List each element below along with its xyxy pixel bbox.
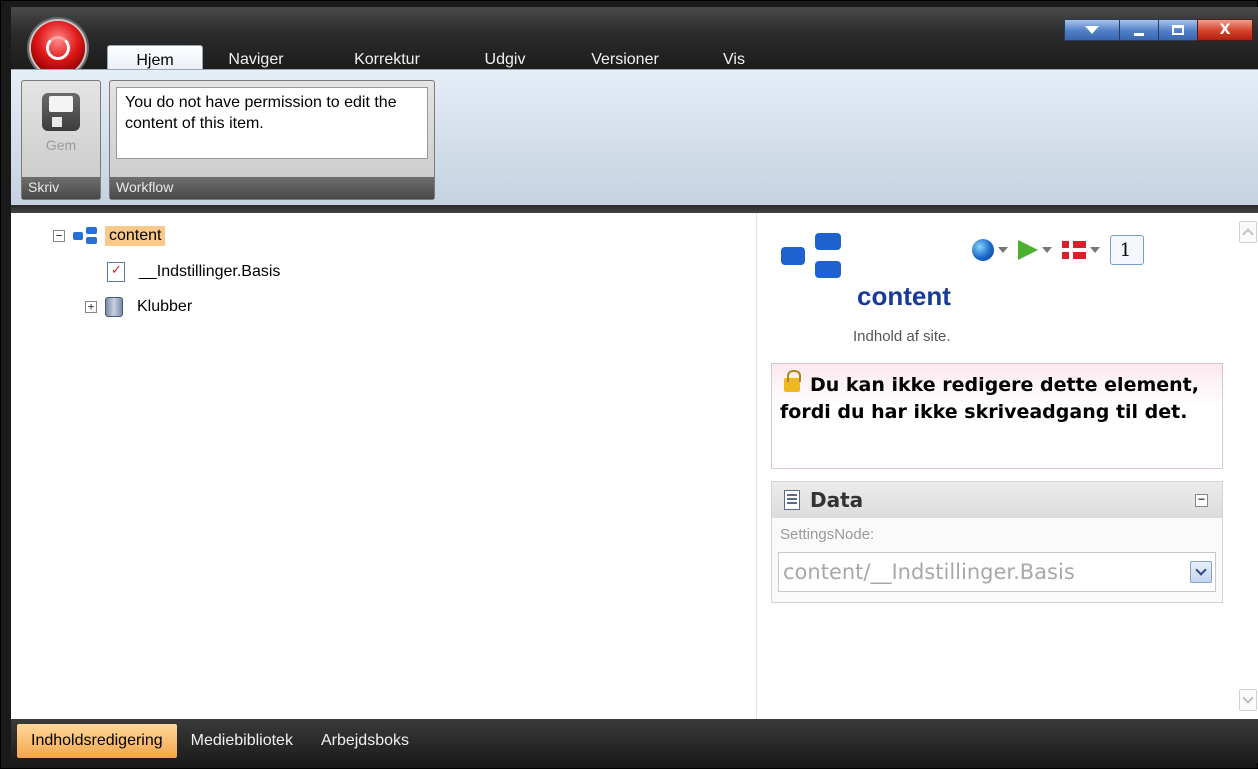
scroll-up-button[interactable] [1239,221,1257,243]
tree-node-label[interactable]: Klubber [137,298,192,316]
database-icon [105,297,123,317]
ribbon-group-workflow: You do not have permission to edit the c… [109,80,435,200]
dropdown-button[interactable] [1064,19,1120,41]
item-description: Indhold af site. [853,328,951,345]
maximize-icon [1172,25,1184,35]
settings-node-value: content/__Indstillinger.Basis [783,560,1075,584]
ribbon-group-label-skriv: Skriv [22,177,100,199]
checklist-doc-icon [107,262,125,282]
version-select[interactable]: 1 [1110,235,1144,265]
language-select-button[interactable] [1062,241,1100,259]
tree-node-label[interactable]: __Indstillinger.Basis [139,263,280,281]
data-section-header[interactable]: Data − [772,482,1222,518]
tree-icon [73,227,99,245]
main-area: − content __Indstillinger.Basis + Klubbe… [11,213,1258,719]
collapse-section-button[interactable]: − [1195,493,1208,507]
expand-toggle[interactable]: + [85,301,97,313]
nav-indholdsredigering[interactable]: Indholdsredigering [17,724,177,758]
tree-node-klubber[interactable]: + Klubber [85,294,192,320]
globe-icon [972,239,994,261]
settings-node-select[interactable]: content/__Indstillinger.Basis [778,552,1216,592]
settings-node-label: SettingsNode: [780,526,875,543]
data-section: Data − SettingsNode: content/__Indstilli… [771,481,1223,603]
tree-node-content[interactable]: − content [53,223,166,249]
ribbon-group-label-workflow: Workflow [110,177,434,199]
green-flag-icon [1018,240,1038,260]
workflow-message: You do not have permission to edit the c… [116,87,428,159]
maximize-button[interactable] [1158,19,1198,41]
collapse-toggle[interactable]: − [53,230,65,242]
minimize-button[interactable] [1119,19,1159,41]
application-window: Hjem Naviger Korrektur Udgiv Versioner V… [0,0,1258,769]
close-icon: X [1219,22,1231,38]
ribbon-group-skriv: Gem Skriv [21,80,101,200]
save-button[interactable]: Gem [32,89,90,171]
nav-arbejdsboks[interactable]: Arbejdsboks [307,724,423,758]
lock-icon [784,370,801,392]
version-number: 1 [1119,239,1132,261]
language-globe-button[interactable] [972,239,1008,261]
warning-text: Du kan ikke redigere dette element, ford… [780,374,1199,423]
app-orb-icon[interactable] [31,21,85,75]
scroll-down-button[interactable] [1239,689,1257,711]
tree-node-label[interactable]: content [105,226,166,246]
save-button-label: Gem [45,137,77,153]
vertical-scrollbar[interactable] [1237,213,1258,719]
permission-warning: Du kan ikke redigere dette element, ford… [771,363,1223,469]
tree-icon [781,233,843,281]
save-icon [42,93,80,131]
item-title: content [857,281,951,311]
bottom-navigation: Indholdsredigering Mediebibliotek Arbejd… [11,719,1258,763]
content-tree: − content __Indstillinger.Basis + Klubbe… [11,213,756,719]
data-doc-icon [784,490,800,510]
item-toolbar: 1 [972,235,1144,265]
workflow-flag-button[interactable] [1018,240,1052,260]
nav-mediebibliotek[interactable]: Mediebibliotek [177,724,307,758]
danish-flag-icon [1062,241,1086,259]
window-controls: X [1064,19,1253,41]
tree-node-indstillinger[interactable]: __Indstillinger.Basis [107,259,280,285]
ribbon: Gem Skriv You do not have permission to … [11,69,1258,205]
chevron-down-icon[interactable] [1190,561,1212,583]
item-details-panel: 1 content Indhold af site. Du kan ikke r… [756,213,1236,719]
close-button[interactable]: X [1197,19,1253,41]
chevron-down-icon [1085,26,1099,34]
data-section-title: Data [810,488,864,512]
title-bar: Hjem Naviger Korrektur Udgiv Versioner V… [11,7,1258,75]
minimize-icon [1134,32,1144,36]
ribbon-divider [11,205,1258,213]
